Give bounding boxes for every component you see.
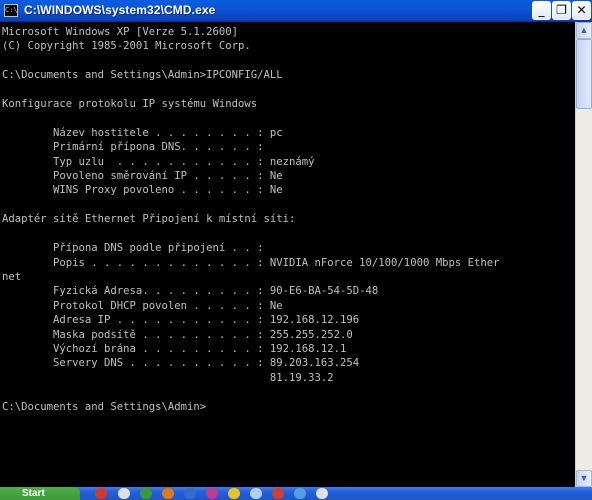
console-line: (C) Copyright 1985-2001 Microsoft Corp. <box>2 40 251 53</box>
quicklaunch-icon[interactable] <box>272 488 284 499</box>
console-line: C:\Documents and Settings\Admin> <box>2 400 207 413</box>
quicklaunch-icon[interactable] <box>140 488 152 499</box>
console-line: 81.19.33.2 <box>2 371 334 384</box>
maximize-button[interactable]: ❐ <box>552 1 571 20</box>
console-line: Typ uzlu . . . . . . . . . . . : neznámý <box>2 155 315 168</box>
taskbar: Start <box>0 487 592 500</box>
quicklaunch-icon[interactable] <box>250 488 262 499</box>
start-button[interactable]: Start <box>0 487 80 500</box>
quicklaunch-icon[interactable] <box>162 488 174 499</box>
console-line: Primární přípona DNS. . . . . . : <box>2 141 264 154</box>
minimize-icon: _ <box>538 3 545 17</box>
quicklaunch-icon[interactable] <box>294 488 306 499</box>
minimize-button[interactable]: _ <box>532 1 551 20</box>
console-line: WINS Proxy povoleno . . . . . . : Ne <box>2 184 283 197</box>
console-output[interactable]: Microsoft Windows XP [Verze 5.1.2600] (C… <box>0 22 575 487</box>
console-line: Název hostitele . . . . . . . . : pc <box>2 126 283 139</box>
console-line: Servery DNS . . . . . . . . . . : 89.203… <box>2 357 360 370</box>
console-line: Přípona DNS podle připojení . . : <box>2 242 264 255</box>
scrollbar-thumb[interactable] <box>576 39 592 109</box>
console-line: Adresa IP . . . . . . . . . . . : 192.16… <box>2 314 360 327</box>
restore-icon: ❐ <box>556 3 567 17</box>
console-line: Protokol DHCP povolen . . . . . : Ne <box>2 299 283 312</box>
arrow-up-icon: ▲ <box>579 25 589 35</box>
console-text: Microsoft Windows XP [Verze 5.1.2600] (C… <box>0 22 575 414</box>
quicklaunch-icon[interactable] <box>95 488 107 499</box>
quicklaunch-icon[interactable] <box>118 488 130 499</box>
console-line: Fyzická Adresa. . . . . . . . . : 90-E6-… <box>2 285 379 298</box>
scroll-up-button[interactable]: ▲ <box>576 22 592 39</box>
console-line: Popis . . . . . . . . . . . . . : NVIDIA… <box>2 256 500 269</box>
console-line: Maska podsítě . . . . . . . . . : 255.25… <box>2 328 353 341</box>
console-line: Microsoft Windows XP [Verze 5.1.2600] <box>2 26 238 38</box>
console-line: C:\Documents and Settings\Admin>IPCONFIG… <box>2 69 283 82</box>
arrow-down-icon: ▼ <box>579 473 589 483</box>
console-line: Povoleno směrování IP . . . . . : Ne <box>2 170 283 183</box>
scroll-down-button[interactable]: ▼ <box>576 470 592 487</box>
cmd-icon[interactable]: C:\ <box>4 4 18 17</box>
title-bar[interactable]: C:\ C:\WINDOWS\system32\CMD.exe _ ❐ ✕ <box>0 0 592 22</box>
window-title: C:\WINDOWS\system32\CMD.exe <box>24 3 216 17</box>
console-line: Adaptér sítě Ethernet Připojení k místní… <box>2 213 296 226</box>
console-line: Výchozí brána . . . . . . . . . : 192.16… <box>2 342 347 355</box>
quicklaunch-icon[interactable] <box>184 488 196 499</box>
close-icon: ✕ <box>576 3 587 17</box>
vertical-scrollbar[interactable]: ▲ ▼ <box>575 22 592 487</box>
quicklaunch-icon[interactable] <box>206 488 218 499</box>
start-label: Start <box>22 488 45 499</box>
quicklaunch-icon[interactable] <box>316 488 328 499</box>
console-line: net <box>2 270 22 283</box>
console-line: Konfigurace protokolu IP systému Windows <box>2 98 258 111</box>
close-button[interactable]: ✕ <box>572 1 591 20</box>
quicklaunch-icon[interactable] <box>228 488 240 499</box>
